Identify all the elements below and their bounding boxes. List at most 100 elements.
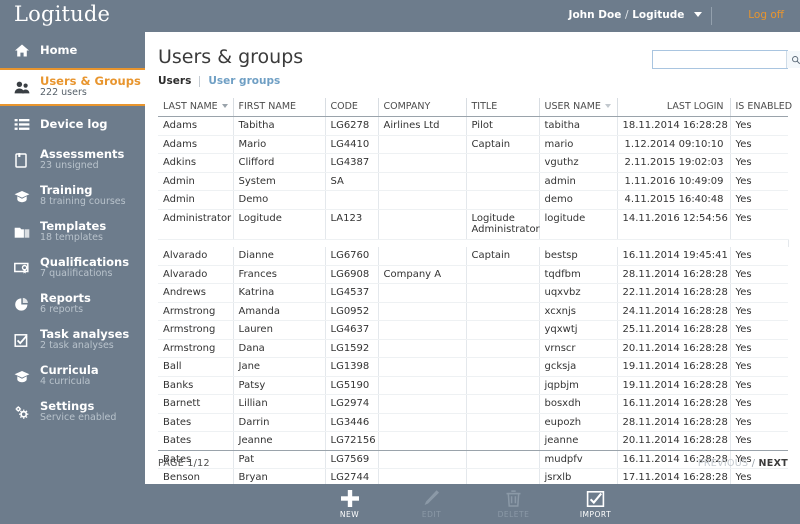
cell-last-name: Bates xyxy=(158,431,234,451)
sidebar-item-qualifications[interactable]: Qualifications 7 qualifications xyxy=(0,250,145,286)
cell-title: Captain xyxy=(466,247,540,266)
column-header-label: USER NAME xyxy=(544,101,601,112)
folder-icon xyxy=(14,227,30,238)
cell-first-name: Jeanne xyxy=(233,431,326,451)
column-header-label: LAST NAME xyxy=(163,101,218,112)
sidebar-item-reports[interactable]: Reports 6 reports xyxy=(0,286,145,322)
column-header-is-enabled[interactable]: IS ENABLED xyxy=(730,98,792,117)
next-page-link[interactable]: NEXT xyxy=(759,458,788,469)
cell-title xyxy=(466,413,540,432)
cell-first-name: Jane xyxy=(233,357,326,377)
search-input[interactable] xyxy=(653,51,786,68)
row-spacer xyxy=(158,239,789,247)
search-icon xyxy=(791,55,800,64)
search-box[interactable] xyxy=(652,50,800,69)
main-content: Users & groups Users User groups LAST NA… xyxy=(145,32,800,506)
toolbar-button-label: IMPORT xyxy=(579,510,612,519)
cell-code: LG5190 xyxy=(325,376,379,395)
column-header-last-login[interactable]: LAST LOGIN xyxy=(617,98,731,117)
cell-code xyxy=(325,190,379,210)
table-row[interactable]: Ball Jane LG1398 gcksja 19.11.2014 16:28:28 Y… xyxy=(158,357,788,377)
cell-last-name: Banks xyxy=(158,376,234,395)
log-off-link[interactable]: Log off xyxy=(748,9,784,21)
cell-user-name: gcksja xyxy=(539,357,618,377)
account-menu[interactable]: John Doe / Logitude xyxy=(569,9,702,21)
plus-icon xyxy=(340,489,360,508)
cell-first-name: Dianne xyxy=(233,247,326,266)
table-row[interactable]: Bates Jeanne LG72156 jeanne 20.11.2014 16:28… xyxy=(158,431,788,451)
table-row[interactable]: Adams Tabitha LG6278 Airlines Ltd Pilot tabit… xyxy=(158,116,788,136)
brand-logo: Logitude xyxy=(14,2,111,26)
column-header-last-name[interactable]: LAST NAME xyxy=(158,98,234,117)
cell-first-name: Amanda xyxy=(233,302,326,321)
table-row[interactable]: Bates Darrin LG3446 eupozh 28.11.2014 16:28:… xyxy=(158,413,788,432)
table-row[interactable]: Alvarado Dianne LG6760 Captain bestsp 16.11.2… xyxy=(158,247,788,266)
sidebar-item-task-analyses[interactable]: Task analyses 2 task analyses xyxy=(0,322,145,358)
cell-title xyxy=(466,190,540,210)
cell-user-name: bestsp xyxy=(539,247,618,266)
table-row[interactable]: Armstrong Lauren LG4637 yqxwtj 25.11.2014 16… xyxy=(158,320,788,340)
cell-is-enabled: Yes xyxy=(730,394,788,414)
cell-last-login: 2.11.2015 19:02:03 xyxy=(617,153,731,173)
import-button[interactable]: IMPORT xyxy=(569,489,623,519)
cell-title xyxy=(466,376,540,395)
cell-last-name: Administrator xyxy=(158,209,234,240)
cell-last-login: 25.11.2014 16:28:28 xyxy=(617,320,731,340)
table-row[interactable]: Barnett Lillian LG2974 bosxdh 16.11.2014 16:… xyxy=(158,394,788,414)
column-header-first-name[interactable]: FIRST NAME xyxy=(233,98,326,117)
cell-last-name: Ball xyxy=(158,357,234,377)
table-row[interactable]: Administrator Logitude LA123 Logitude Admin… xyxy=(158,209,788,240)
cell-last-login: 18.11.2014 16:28:28 xyxy=(617,116,731,136)
graduation-cap-icon xyxy=(14,190,30,202)
cell-first-name: Patsy xyxy=(233,376,326,395)
table-row[interactable]: Adams Mario LG4410 Captain mario 1.12.2014 09… xyxy=(158,135,788,154)
sidebar-item-sublabel: 23 unsigned xyxy=(40,160,99,172)
pagination-controls: PREVIOUS / NEXT xyxy=(698,458,788,469)
table-row[interactable]: Andrews Katrina LG4537 uqxvbz 22.11.2014 16:… xyxy=(158,283,788,303)
sidebar-item-assessments[interactable]: Assessments 23 unsigned xyxy=(0,142,145,178)
cell-user-name: jqpbjm xyxy=(539,376,618,395)
cell-is-enabled: Yes xyxy=(730,265,788,284)
folder-icon xyxy=(9,221,35,243)
table-row[interactable]: Armstrong Amanda LG0952 xcxnjs 24.11.2014 16… xyxy=(158,302,788,321)
cell-last-name: Alvarado xyxy=(158,265,234,284)
cell-code: LG72156 xyxy=(325,431,379,451)
account-separator: / xyxy=(624,9,629,21)
sidebar-item-settings[interactable]: Settings Service enabled xyxy=(0,394,145,430)
table-row[interactable]: Admin Demo demo 4.11.2015 16:40:48 Yes xyxy=(158,190,788,210)
plus-icon xyxy=(340,490,359,507)
search-button[interactable] xyxy=(786,51,800,68)
top-bar: Logitude John Doe / Logitude Log off xyxy=(0,0,800,32)
column-header-company[interactable]: COMPANY xyxy=(378,98,467,117)
sidebar-item-sublabel: 8 training courses xyxy=(40,196,126,208)
sidebar-item-templates[interactable]: Templates 18 templates xyxy=(0,214,145,250)
cell-is-enabled: Yes xyxy=(730,116,788,136)
cell-last-name: Armstrong xyxy=(158,320,234,340)
tab-user-groups[interactable]: User groups xyxy=(208,75,280,87)
cell-is-enabled: Yes xyxy=(730,320,788,340)
table-row[interactable]: Banks Patsy LG5190 jqpbjm 19.11.2014 16:28:2… xyxy=(158,376,788,395)
table-row[interactable]: Admin System SA admin 1.11.2016 10:49:09 Yes xyxy=(158,172,788,191)
sidebar-item-curricula[interactable]: Curricula 4 curricula xyxy=(0,358,145,394)
previous-page-link[interactable]: PREVIOUS xyxy=(698,458,749,469)
column-header-code[interactable]: CODE xyxy=(325,98,379,117)
table-row[interactable]: Adkins Clifford LG4387 vguthz 2.11.2015 19:0… xyxy=(158,153,788,173)
cell-title xyxy=(466,339,540,358)
table-row[interactable]: Alvarado Frances LG6908 Company A tqdfbm 28.1… xyxy=(158,265,788,284)
cell-code: LG4637 xyxy=(325,320,379,340)
tab-divider xyxy=(199,75,201,87)
column-header-title[interactable]: TITLE xyxy=(466,98,540,117)
cell-title: Captain xyxy=(466,135,540,154)
graduation-cap-icon xyxy=(9,365,35,387)
new-button[interactable]: NEW xyxy=(323,489,377,519)
table-row[interactable]: Armstrong Dana LG1592 vrnscr 20.11.2014 16:2… xyxy=(158,339,788,358)
sidebar-item-home[interactable]: Home xyxy=(0,32,145,68)
column-header-user-name[interactable]: USER NAME xyxy=(539,98,618,117)
sidebar-item-device-log[interactable]: Device log xyxy=(0,106,145,142)
cell-is-enabled: Yes xyxy=(730,283,788,303)
sidebar-item-users-groups[interactable]: Users & Groups 222 users xyxy=(0,68,145,106)
sidebar-item-training[interactable]: Training 8 training courses xyxy=(0,178,145,214)
cell-last-login: 4.11.2015 16:40:48 xyxy=(617,190,731,210)
tab-users[interactable]: Users xyxy=(158,75,191,87)
cell-company: Airlines Ltd xyxy=(378,116,467,136)
